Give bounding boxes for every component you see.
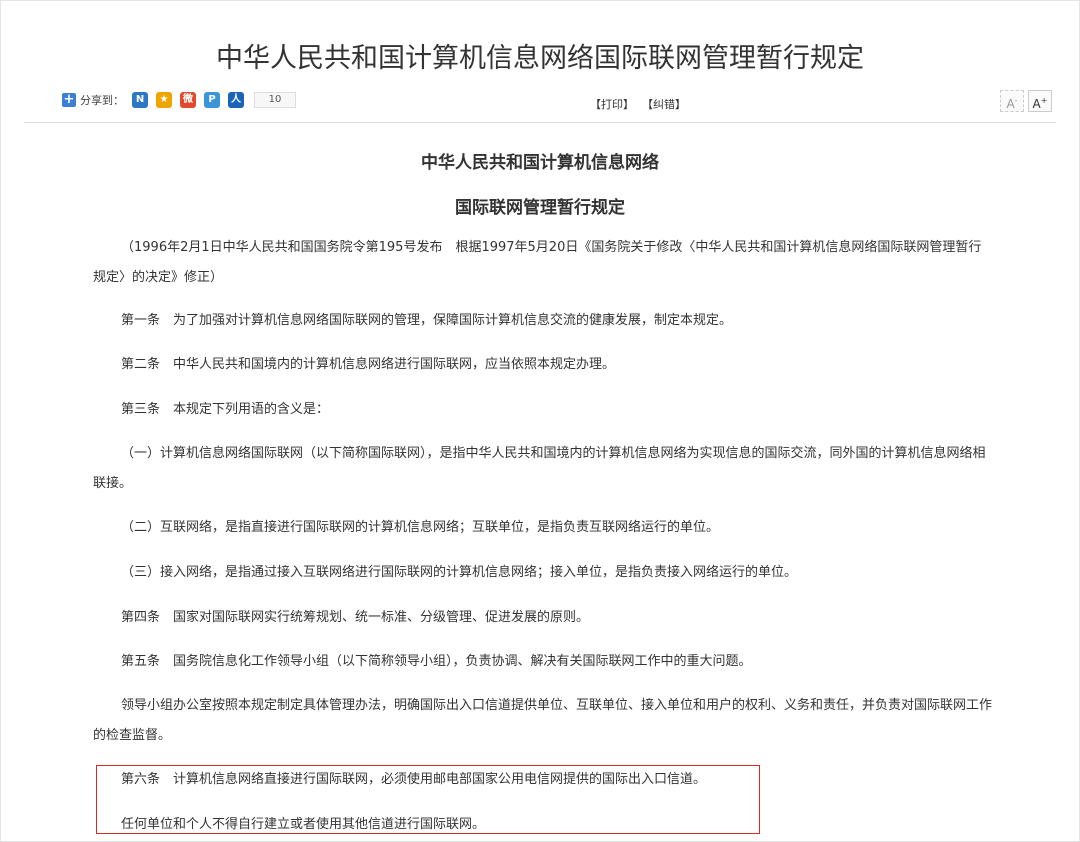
divider [24,122,1056,123]
paragraph-article-4: 第四条 国家对国际联网实行统筹规划、统一标准、分级管理、促进发展的原则。 [121,610,590,625]
doc-heading-line1: 中华人民共和国计算机信息网络 [421,153,659,173]
paragraph-article-5: 第五条 国务院信息化工作领导小组（以下简称领导小组），负责协调、解决有关国际联网… [121,654,752,669]
paragraph-definition-2: （二）互联网络，是指直接进行国际联网的计算机信息网络；互联单位，是指负责互联网络… [121,520,720,535]
paragraph-article-5-office: 领导小组办公室按照本规定制定具体管理办法，明确国际出入口信道提供单位、互联单位、… [93,698,993,743]
share-count: 10 [254,92,296,108]
print-links: 【打印】 【纠错】 [590,96,686,112]
print-link[interactable]: 【打印】 [590,96,634,112]
toolbar: + 分享到： N ★ 微 P 人 10 【打印】 【纠错】 A- A+ [0,90,1080,114]
weibo-icon[interactable]: 微 [180,92,196,108]
paragraph-definition-1: （一）计算机信息网络国际联网（以下简称国际联网），是指中华人民共和国境内的计算机… [93,446,986,491]
share-plus-icon[interactable]: + [62,93,76,107]
qzone-icon[interactable]: ★ [156,92,172,108]
font-smaller-button[interactable]: A- [1000,90,1024,112]
paragraph-article-3: 第三条 本规定下列用语的含义是： [121,402,330,417]
paragraph-article-2: 第二条 中华人民共和国境内的计算机信息网络进行国际联网，应当依照本规定办理。 [121,357,616,372]
highlight-box [96,765,760,834]
paragraph-article-1: 第一条 为了加强对计算机信息网络国际联网的管理，保障国际计算机信息交流的健康发展… [121,313,733,328]
paragraph-preamble: （1996年2月1日中华人民共和国国务院令第195号发布 根据1997年5月20… [93,240,982,285]
paragraph-definition-3: （三）接入网络，是指通过接入互联网络进行国际联网的计算机信息网络；接入单位，是指… [121,565,798,580]
tencent-weibo-icon[interactable]: P [204,92,220,108]
renren-icon[interactable]: N [132,92,148,108]
font-larger-button[interactable]: A+ [1028,90,1052,112]
correct-link[interactable]: 【纠错】 [642,96,686,112]
share-label: 分享到： [80,94,124,107]
doc-heading-line2: 国际联网管理暂行规定 [455,198,625,218]
share-bar: + 分享到： N ★ 微 P 人 10 [62,92,296,108]
page-title: 中华人民共和国计算机信息网络国际联网管理暂行规定 [216,43,864,74]
people-icon[interactable]: 人 [228,92,244,108]
